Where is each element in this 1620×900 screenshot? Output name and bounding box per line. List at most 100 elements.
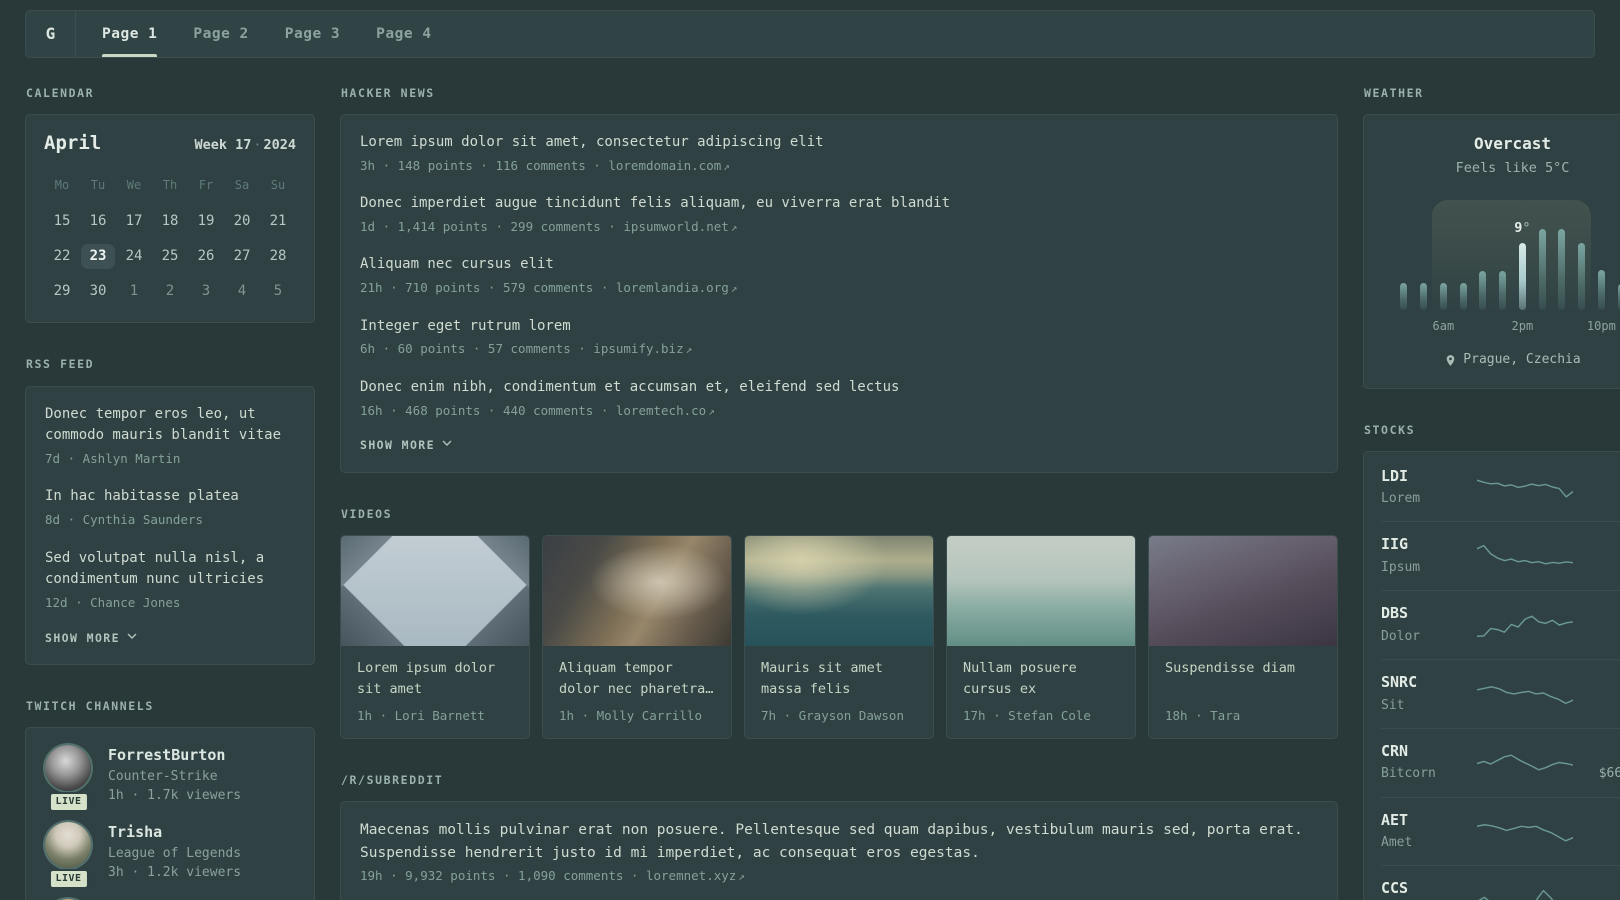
stock-symbol-link[interactable]: CCS	[1381, 879, 1408, 897]
video-card[interactable]: Nullam posuere cursus ex 17h · Stefan Col…	[946, 534, 1136, 740]
stock-sparkline	[1477, 472, 1573, 502]
calendar-day-number: 29	[53, 282, 71, 299]
stock-price: $156.28	[1573, 628, 1620, 646]
stock-values: +0.92% $499.72	[1573, 810, 1620, 852]
stock-symbol-link[interactable]: SNRC	[1381, 673, 1417, 691]
calendar-day: 30	[80, 276, 116, 306]
rss-show-more-button[interactable]: SHOW MORE	[45, 630, 137, 646]
stock-name: Lorem	[1381, 491, 1421, 507]
weather-bar	[1499, 270, 1507, 311]
stock-identity: IIG Ipsum	[1381, 534, 1477, 577]
calendar-day-number: 17	[125, 212, 143, 229]
hackernews-item-title-link[interactable]: Donec imperdiet augue tincidunt felis al…	[360, 195, 950, 211]
twitch-avatar	[45, 745, 91, 792]
calendar-day-number: 16	[89, 212, 107, 229]
subreddit-post-title[interactable]: Maecenas mollis pulvinar erat non posuer…	[360, 822, 1303, 860]
stock-symbol-link[interactable]: IIG	[1381, 535, 1408, 553]
hackernews-item-meta: 21h · 710 points · 579 comments · loreml…	[360, 279, 1318, 297]
calendar-day: 22	[44, 241, 80, 271]
video-card[interactable]: Suspendisse diam 18h · Tara	[1148, 534, 1338, 740]
subreddit-domain-link[interactable]: loremnet.xyz ↗	[646, 868, 745, 883]
tab-page-1[interactable]: Page 1	[90, 11, 169, 57]
video-card[interactable]: Mauris sit amet massa felis 7h · Grayson …	[744, 534, 934, 740]
calendar-day-number: 5	[273, 282, 283, 299]
weather-condition: Overcast	[1473, 134, 1552, 154]
calendar-day-header: We	[126, 177, 142, 192]
twitch-channel-row[interactable]: LIVE Trisha League of Legends 3h · 1.2k vie…	[45, 822, 295, 890]
weather-hourly-chart: 9°	[1394, 200, 1620, 311]
tab-page-3[interactable]: Page 3	[273, 11, 352, 57]
chevron-down-icon	[442, 440, 452, 450]
calendar-day: 3	[188, 276, 224, 306]
stock-values: +0.51%$165.84	[1573, 879, 1620, 900]
video-thumbnail	[1149, 535, 1337, 646]
hackernews-item-title-link[interactable]: Integer eget rutrum lorem	[360, 318, 571, 334]
weather-bar-column	[1532, 218, 1552, 311]
weather-axis-label: 6am	[1432, 319, 1455, 334]
rss-item-title-link[interactable]: In hac habitasse platea	[45, 488, 239, 504]
hackernews-item-title-link[interactable]: Donec enim nibh, condimentum et accumsan…	[360, 379, 899, 395]
domain-text: ipsumworld.net	[623, 218, 729, 234]
stock-symbol-link[interactable]: CRN	[1381, 742, 1408, 760]
rss-item-title-link[interactable]: Sed volutpat nulla nisl, a condimentum n…	[45, 550, 264, 588]
stock-identity: LDI Lorem	[1381, 466, 1477, 509]
weather-bar-column	[1572, 218, 1592, 311]
stock-symbol-link[interactable]: AET	[1381, 811, 1408, 829]
stock-row[interactable]: IIG Ipsum +2.84% $42.04	[1381, 521, 1620, 590]
item-meta-text: 16h · 468 points · 440 comments ·	[360, 402, 616, 418]
hackernews-item-meta: 1d · 1,414 points · 299 comments · ipsum…	[360, 218, 1318, 236]
hackernews-domain-link[interactable]: ipsumworld.net ↗	[623, 219, 737, 234]
stock-row[interactable]: SNRC Sit +1.36% $148.64	[1381, 659, 1620, 728]
middle-column: HACKER NEWS Lorem ipsum dolor sit amet, …	[340, 85, 1338, 900]
calendar-day: 4	[224, 276, 260, 306]
right-column: WEATHER Overcast Feels like 5°C 9° 6am 2p…	[1363, 85, 1620, 900]
stock-values: -1.00% $66,171.48	[1573, 741, 1620, 783]
rss-item: In hac habitasse platea 8d · Cynthia Saun…	[45, 486, 295, 528]
video-title: Aliquam tempor dolor nec pharetra…	[559, 659, 714, 697]
weather-bar-column: 9°	[1513, 218, 1533, 311]
top-nav: G Page 1 Page 2 Page 3 Page 4	[25, 10, 1595, 58]
videos-section: VIDEOS Lorem ipsum dolor sit amet consec…	[340, 506, 1338, 740]
videos-section-title: VIDEOS	[341, 506, 393, 521]
twitch-channel-row[interactable]: LIVE ForrestBurton Counter-Strike 1h · 1.7k…	[45, 745, 295, 813]
calendar-day: 1	[116, 276, 152, 306]
hackernews-domain-link[interactable]: loremlandia.org ↗	[616, 280, 738, 295]
hackernews-item-title-link[interactable]: Lorem ipsum dolor sit amet, consectetur …	[360, 134, 824, 150]
hackernews-domain-link[interactable]: ipsumify.biz ↗	[593, 341, 692, 356]
video-thumbnail	[341, 535, 529, 646]
hackernews-item-title-link[interactable]: Aliquam nec cursus elit	[360, 256, 554, 272]
twitch-channel-name-link[interactable]: ForrestBurton	[108, 746, 225, 764]
stock-row[interactable]: CRN Bitcorn -1.00% $66,171.48	[1381, 727, 1620, 797]
stock-symbol-link[interactable]: DBS	[1381, 604, 1408, 622]
calendar-week-year: Week 17 · 2024	[194, 136, 296, 155]
stock-symbol-link[interactable]: LDI	[1381, 467, 1408, 485]
hackernews-domain-link[interactable]: loremdomain.com ↗	[608, 158, 730, 173]
domain-text: loremnet.xyz	[645, 868, 737, 884]
video-title: Nullam posuere cursus ex	[963, 659, 1077, 697]
hackernews-section: HACKER NEWS Lorem ipsum dolor sit amet, …	[340, 85, 1338, 473]
twitch-channel-name-link[interactable]: Trisha	[108, 823, 162, 841]
hackernews-widget: Lorem ipsum dolor sit amet, consectetur …	[340, 114, 1338, 473]
stock-row[interactable]: LDI Lorem +4.35% $795.18	[1381, 454, 1620, 522]
stock-row[interactable]: DBS Dolor +1.42% $156.28	[1381, 590, 1620, 659]
domain-text: loremdomain.com	[608, 157, 722, 173]
hackernews-show-more-button[interactable]: SHOW MORE	[360, 437, 452, 453]
tab-page-2[interactable]: Page 2	[181, 11, 260, 57]
twitch-avatar-wrap: LIVE	[45, 822, 92, 890]
stock-name: Sit	[1381, 697, 1405, 713]
stock-row[interactable]: AET Amet +0.92% $499.72	[1381, 796, 1620, 866]
calendar-day-number: 18	[161, 212, 179, 229]
stock-sparkline	[1477, 610, 1573, 640]
nav-tabs: Page 1 Page 2 Page 3 Page 4	[84, 11, 450, 57]
app-logo[interactable]: G	[26, 11, 76, 57]
tab-page-4[interactable]: Page 4	[364, 11, 443, 57]
item-meta-text: 3h · 148 points · 116 comments ·	[360, 157, 609, 173]
stock-row[interactable]: CCSConsectetur +0.51%$165.84	[1381, 865, 1620, 900]
video-card[interactable]: Aliquam tempor dolor nec pharetra… 1h · M…	[542, 534, 732, 740]
rss-item-title-link[interactable]: Donec tempor eros leo, ut commodo mauris…	[45, 406, 281, 444]
video-card[interactable]: Lorem ipsum dolor sit amet consectetu… 1h…	[340, 534, 530, 740]
hackernews-item-meta: 6h · 60 points · 57 comments · ipsumify.…	[360, 340, 1318, 358]
hackernews-domain-link[interactable]: loremtech.co ↗	[616, 403, 715, 418]
rss-section: RSS FEED Donec tempor eros leo, ut commo…	[25, 356, 315, 666]
video-title: Lorem ipsum dolor sit amet consectetu…	[357, 659, 496, 697]
